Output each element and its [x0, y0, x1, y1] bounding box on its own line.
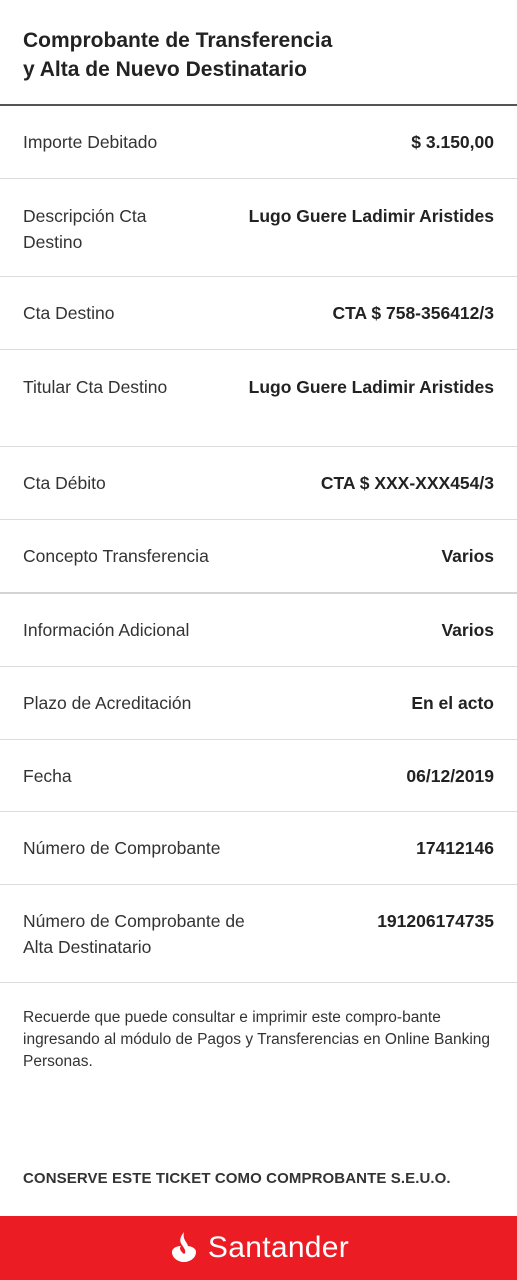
- brand-footer: Santander: [0, 1216, 517, 1280]
- row-plazo-acreditacion: Plazo de Acreditación En el acto: [0, 667, 517, 740]
- row-value: CTA $ 758-356412/3: [332, 303, 495, 323]
- row-importe-debitado: Importe Debitado $ 3.150,00: [0, 106, 517, 179]
- row-value: 191206174735: [377, 911, 494, 931]
- ticket-notice: CONSERVE ESTE TICKET COMO COMPROBANTE S.…: [23, 1170, 451, 1187]
- row-label: Concepto Transferencia: [23, 546, 209, 566]
- santander-flame-icon: [171, 1232, 196, 1262]
- row-label: Número de Comprobante de Alta Destinatar…: [23, 911, 245, 957]
- row-label: Cta Destino: [23, 303, 115, 323]
- row-value: Varios: [441, 620, 494, 640]
- row-value: Varios: [441, 546, 494, 566]
- row-cta-debito: Cta Débito CTA $ XXX-XXX454/3: [0, 447, 517, 520]
- row-label: Plazo de Acreditación: [23, 693, 192, 713]
- row-label: Información Adicional: [23, 620, 190, 640]
- santander-logo: Santander: [168, 1231, 349, 1265]
- brand-name: Santander: [207, 1231, 350, 1264]
- row-concepto-transferencia: Concepto Transferencia Varios: [0, 520, 517, 594]
- row-titular-cta-destino: Titular Cta Destino Lugo Guere Ladimir A…: [0, 350, 517, 447]
- row-label: Número de Comprobante: [23, 838, 221, 858]
- row-numero-comprobante-alta: Número de Comprobante de Alta Destinatar…: [0, 885, 517, 983]
- row-numero-comprobante: Número de Comprobante 17412146: [0, 812, 517, 885]
- row-value: 17412146: [416, 838, 494, 858]
- page-title: Comprobante de Transferencia y Alta de N…: [23, 29, 333, 81]
- info-note: Recuerde que puede consultar e imprimir …: [23, 1009, 491, 1070]
- row-informacion-adicional: Información Adicional Varios: [0, 594, 517, 667]
- receipt-header: Comprobante de Transferencia y Alta de N…: [0, 0, 517, 106]
- row-value: Lugo Guere Ladimir Aristides: [248, 377, 494, 397]
- row-value: En el acto: [411, 693, 494, 713]
- receipt-details: Importe Debitado $ 3.150,00 Descripción …: [0, 106, 517, 983]
- row-fecha: Fecha 06/12/2019: [0, 740, 517, 812]
- row-descripcion-cta-destino: Descripción Cta Destino Lugo Guere Ladim…: [0, 179, 517, 277]
- row-label: Cta Débito: [23, 473, 106, 493]
- row-value: Lugo Guere Ladimir Aristides: [248, 206, 494, 226]
- row-value: 06/12/2019: [406, 765, 494, 786]
- row-value: CTA $ XXX-XXX454/3: [320, 473, 494, 493]
- row-value: $ 3.150,00: [411, 132, 494, 152]
- row-label: Titular Cta Destino: [23, 377, 168, 397]
- row-label: Descripción Cta Destino: [23, 206, 147, 252]
- row-label: Importe Debitado: [23, 132, 158, 152]
- row-label: Fecha: [23, 765, 72, 786]
- row-cta-destino: Cta Destino CTA $ 758-356412/3: [0, 277, 517, 350]
